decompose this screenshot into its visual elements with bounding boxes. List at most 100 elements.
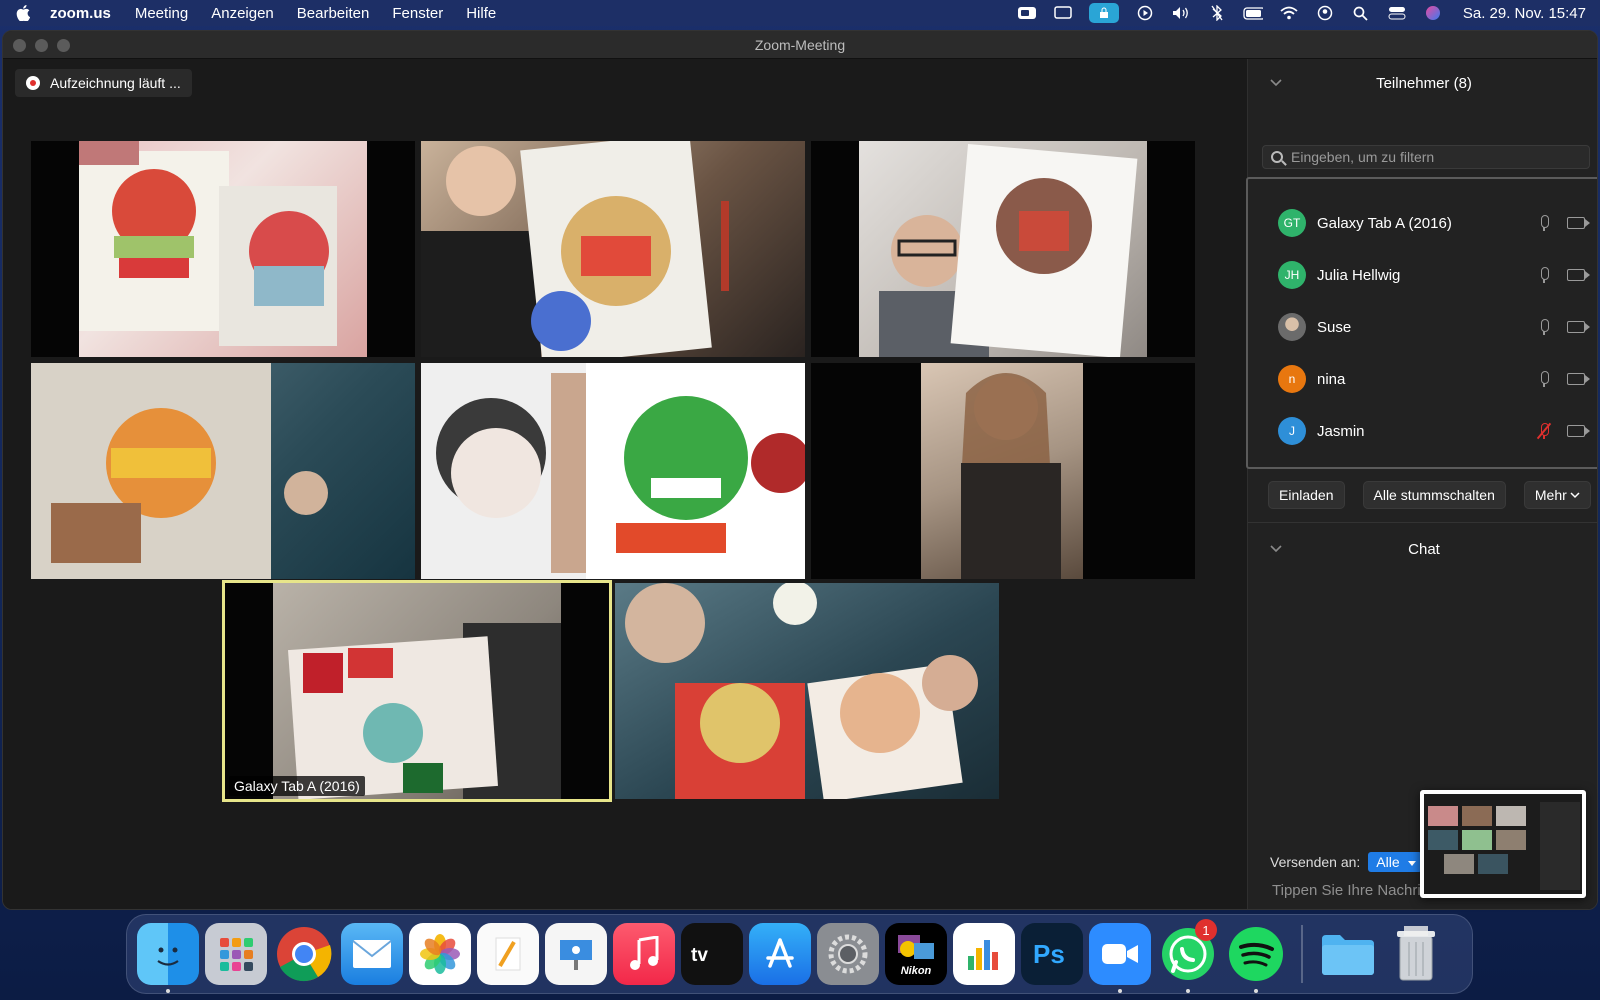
invite-button[interactable]: Einladen <box>1268 481 1345 509</box>
collage-poster-icon <box>288 623 561 799</box>
menu-window[interactable]: Fenster <box>392 5 443 22</box>
apple-tv-icon[interactable]: tv <box>681 923 743 985</box>
video-feed <box>79 141 367 357</box>
video-tile-3[interactable] <box>811 141 1195 357</box>
video-feed <box>31 363 415 579</box>
video-tile-4[interactable] <box>31 363 415 579</box>
participant-row[interactable]: n nina <box>1278 359 1590 399</box>
video-tile-1[interactable] <box>31 141 415 357</box>
participant-row[interactable]: GT Galaxy Tab A (2016) <box>1278 203 1590 243</box>
folder-icon[interactable] <box>1317 923 1379 985</box>
screenshot-preview-icon <box>1424 794 1582 894</box>
participant-filter-input[interactable]: Eingeben, um zu filtern <box>1262 145 1590 169</box>
window-title: Zoom-Meeting <box>754 36 846 53</box>
camera-icon[interactable] <box>1567 269 1590 281</box>
menubar-clock[interactable]: Sa. 29. Nov. 15:47 <box>1463 5 1586 22</box>
video-tile-6[interactable] <box>811 363 1195 579</box>
participants-list[interactable]: GT Galaxy Tab A (2016) JH Julia Hellwig … <box>1246 177 1597 469</box>
menu-view[interactable]: Anzeigen <box>211 5 274 22</box>
mute-all-button[interactable]: Alle stummschalten <box>1362 481 1506 509</box>
video-tile-2[interactable] <box>421 141 805 357</box>
portrait-drawing-icon <box>79 141 337 346</box>
chrome-icon[interactable] <box>273 923 335 985</box>
chevron-down-icon[interactable] <box>1270 76 1282 90</box>
minimize-window-button[interactable] <box>35 39 48 52</box>
volume-icon[interactable] <box>1171 5 1191 21</box>
pages-icon[interactable] <box>477 923 539 985</box>
close-window-button[interactable] <box>13 39 26 52</box>
recording-indicator[interactable]: Aufzeichnung läuft ... <box>15 69 192 97</box>
microphone-icon[interactable] <box>1537 318 1551 336</box>
microphone-icon[interactable] <box>1537 266 1551 284</box>
zoom-window-button[interactable] <box>57 39 70 52</box>
recipient-select[interactable]: Alle <box>1368 852 1422 872</box>
chevron-down-icon[interactable] <box>1270 542 1282 556</box>
dock: tv Nikon Ps 1 <box>126 914 1473 994</box>
collage-portrait-icon <box>879 143 1138 357</box>
microphone-muted-icon[interactable] <box>1536 422 1552 440</box>
photos-icon[interactable] <box>409 923 471 985</box>
video-feed <box>273 583 561 799</box>
apple-icon[interactable] <box>14 4 32 22</box>
camera-icon[interactable] <box>1567 425 1590 437</box>
video-tile-8[interactable] <box>615 583 999 799</box>
battery-icon[interactable] <box>1243 5 1263 21</box>
trash-icon[interactable] <box>1385 923 1447 985</box>
window-controls <box>13 39 70 52</box>
music-icon[interactable] <box>613 923 675 985</box>
whatsapp-icon[interactable]: 1 <box>1157 919 1219 993</box>
more-button[interactable]: Mehr <box>1523 481 1591 509</box>
zoom-status-icon[interactable] <box>1017 5 1037 21</box>
camera-icon[interactable] <box>1567 373 1590 385</box>
control-center-icon[interactable] <box>1387 5 1407 21</box>
microphone-icon[interactable] <box>1537 214 1551 232</box>
participant-row[interactable]: Suse <box>1278 307 1590 347</box>
filter-placeholder: Eingeben, um zu filtern <box>1291 149 1435 165</box>
microphone-icon[interactable] <box>1537 370 1551 388</box>
mail-icon[interactable] <box>341 923 403 985</box>
window-titlebar: Zoom-Meeting <box>3 31 1597 59</box>
wifi-icon[interactable] <box>1279 5 1299 21</box>
avatar: JH <box>1278 261 1306 289</box>
svg-text:Ps: Ps <box>1033 939 1065 969</box>
screenshot-thumbnail[interactable] <box>1420 790 1586 898</box>
participant-name: Suse <box>1317 318 1352 336</box>
send-to-label: Versenden an: <box>1270 854 1361 870</box>
chat-message-input[interactable]: Tippen Sie Ihre Nachri <box>1272 882 1422 899</box>
camera-icon[interactable] <box>1567 217 1590 229</box>
spotlight-search-icon[interactable] <box>1351 5 1371 21</box>
video-tile-active-speaker[interactable]: Galaxy Tab A (2016) <box>222 580 612 802</box>
finder-icon[interactable] <box>137 923 199 993</box>
record-icon <box>26 76 40 90</box>
user-account-icon[interactable] <box>1315 5 1335 21</box>
participant-row[interactable]: J Jasmin <box>1278 411 1590 451</box>
app-store-icon[interactable] <box>749 923 811 985</box>
zoom-app-icon[interactable] <box>1089 923 1151 993</box>
photoshop-icon[interactable]: Ps <box>1021 923 1083 985</box>
video-tile-5[interactable] <box>421 363 805 579</box>
play-icon[interactable] <box>1135 5 1155 21</box>
menu-edit[interactable]: Bearbeiten <box>297 5 370 22</box>
running-indicator <box>166 989 170 993</box>
system-preferences-icon[interactable] <box>817 923 879 985</box>
keynote-icon[interactable] <box>545 923 607 985</box>
menu-meeting[interactable]: Meeting <box>135 5 188 22</box>
participant-row[interactable]: JH Julia Hellwig <box>1278 255 1590 295</box>
siri-icon[interactable] <box>1423 5 1443 21</box>
search-icon <box>1271 151 1283 163</box>
video-feed <box>421 363 805 579</box>
spotify-icon[interactable] <box>1225 923 1287 993</box>
screen-mirror-icon[interactable] <box>1053 5 1073 21</box>
nikon-label: Nikon <box>900 965 932 977</box>
nikon-transfer-icon[interactable]: Nikon <box>885 923 947 985</box>
divider <box>1248 522 1597 523</box>
launchpad-icon[interactable] <box>205 923 267 985</box>
chat-header: Chat <box>1248 529 1597 569</box>
camera-icon[interactable] <box>1567 321 1590 333</box>
menu-app-name[interactable]: zoom.us <box>50 5 111 22</box>
menu-help[interactable]: Hilfe <box>466 5 496 22</box>
dock-separator <box>1301 925 1303 983</box>
numbers-icon[interactable] <box>953 923 1015 985</box>
bluetooth-off-icon[interactable] <box>1207 5 1227 21</box>
lock-status-icon[interactable] <box>1088 3 1119 23</box>
